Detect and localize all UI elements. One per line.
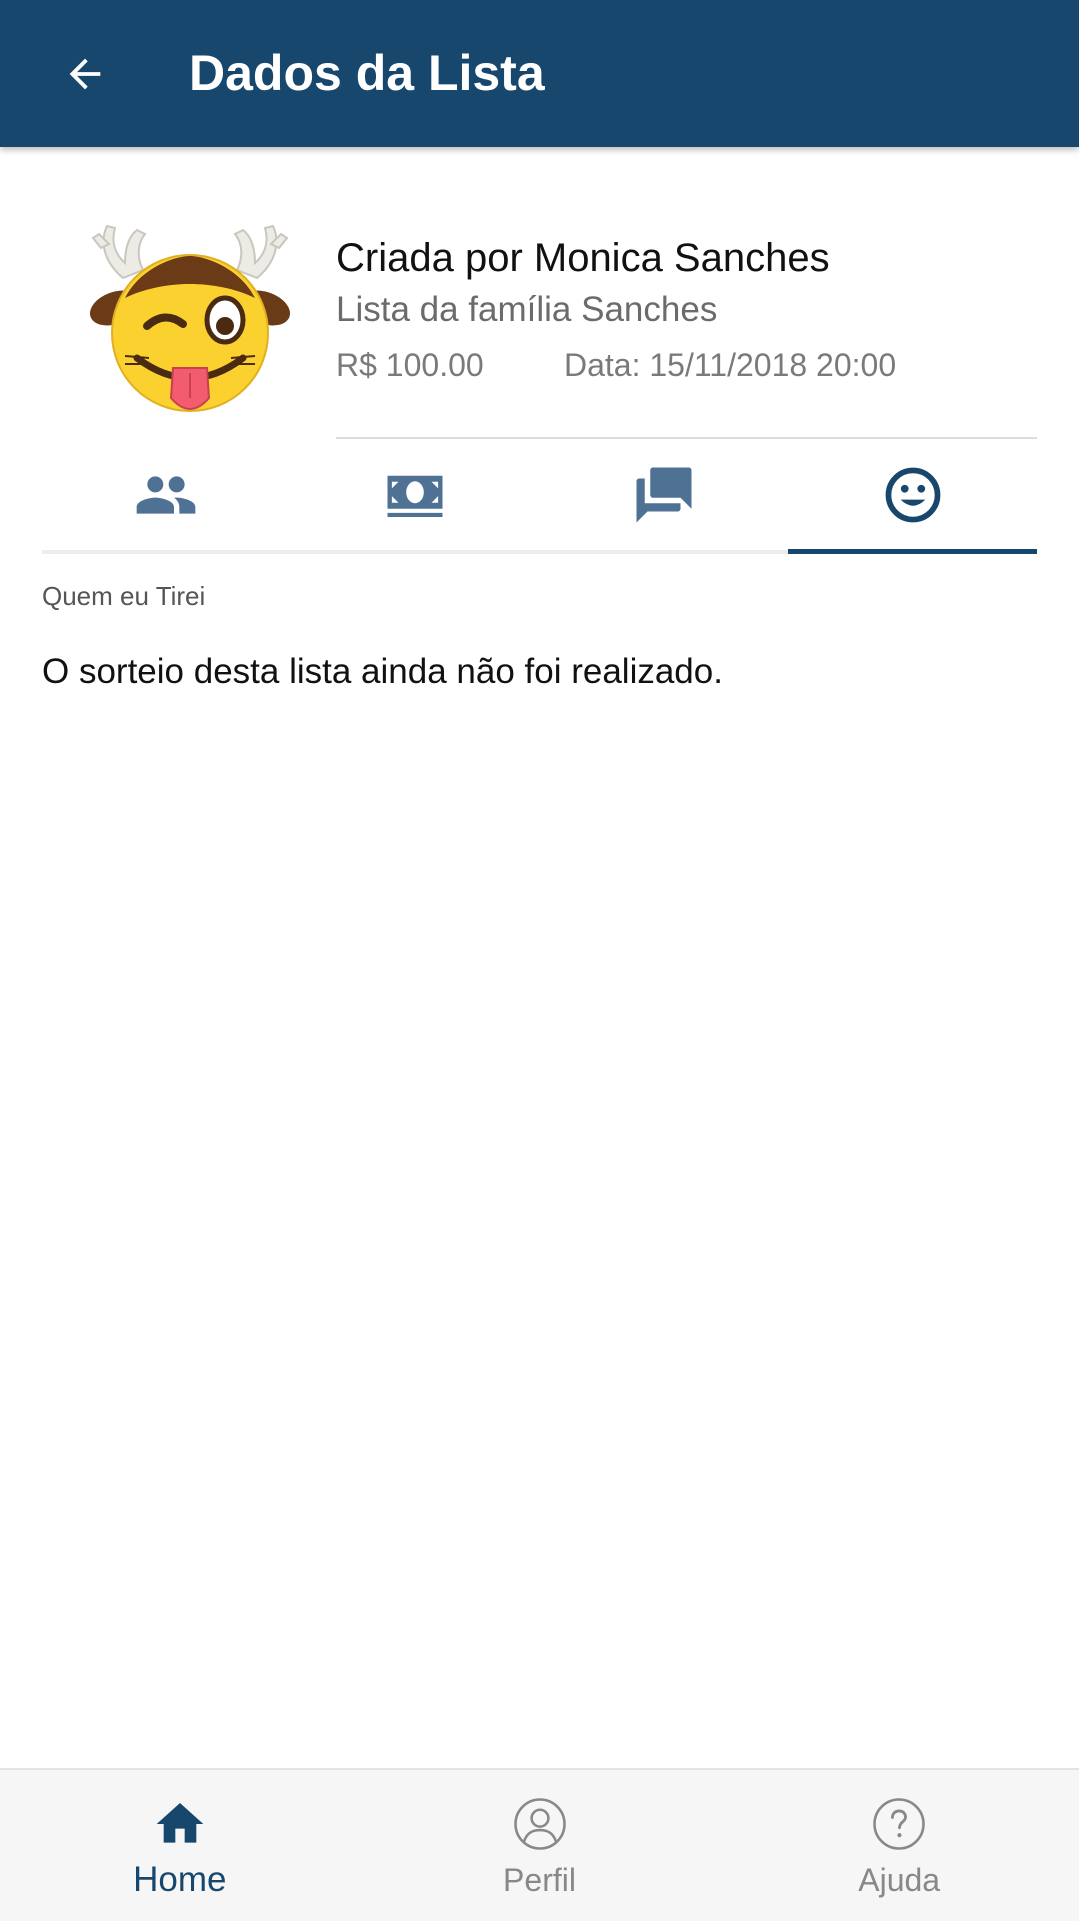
money-icon xyxy=(387,475,443,517)
arrow-left-icon xyxy=(69,58,101,90)
tab-bar xyxy=(42,440,1037,554)
nav-profile-label: Perfil xyxy=(503,1862,576,1898)
home-icon xyxy=(156,1803,204,1843)
bottom-nav: Home Perfil Ajuda xyxy=(0,1768,1079,1921)
nav-home[interactable]: Home xyxy=(0,1770,360,1921)
list-date: Data: 15/11/2018 20:00 xyxy=(564,347,897,383)
app-bar: Dados da Lista xyxy=(0,0,1079,147)
nav-help-label: Ajuda xyxy=(858,1862,941,1898)
tab-who-i-drew[interactable] xyxy=(788,440,1037,554)
smiley-icon xyxy=(885,467,941,523)
people-icon xyxy=(137,476,196,514)
nav-profile[interactable]: Perfil xyxy=(360,1770,720,1921)
back-button[interactable] xyxy=(55,44,115,104)
tab-money[interactable] xyxy=(291,440,540,550)
list-amount: R$ 100.00 xyxy=(336,347,484,383)
user-icon xyxy=(513,1798,566,1850)
divider xyxy=(336,437,1037,439)
nav-home-label: Home xyxy=(133,1860,227,1899)
list-creator: Criada por Monica Sanches xyxy=(336,236,830,280)
page-title: Dados da Lista xyxy=(189,45,545,101)
tab-chat[interactable] xyxy=(540,440,789,550)
draw-status-message: O sorteio desta lista ainda não foi real… xyxy=(42,652,723,691)
list-name: Lista da família Sanches xyxy=(336,290,718,329)
help-icon xyxy=(873,1798,925,1850)
section-label: Quem eu Tirei xyxy=(42,581,206,611)
chat-icon xyxy=(636,467,692,523)
reindeer-emoji-icon xyxy=(89,224,291,412)
nav-help[interactable]: Ajuda xyxy=(719,1770,1079,1921)
tab-participants[interactable] xyxy=(42,440,291,550)
